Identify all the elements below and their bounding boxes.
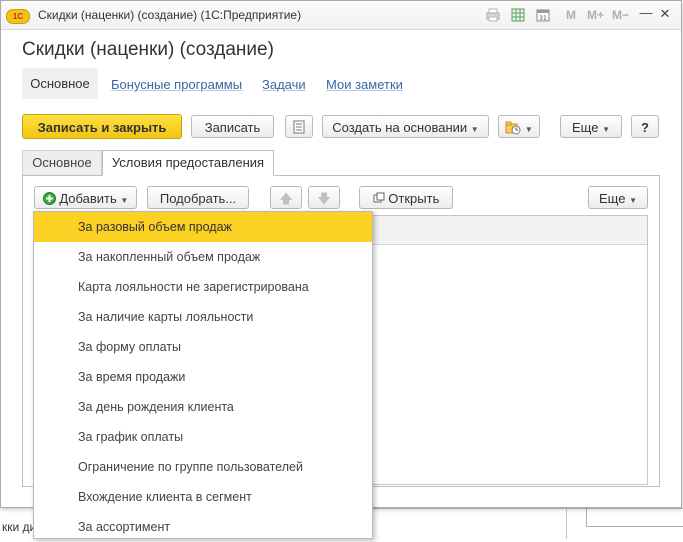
- menu-item-payment-form[interactable]: За форму оплаты: [34, 332, 372, 362]
- menu-item-cumulative-sales[interactable]: За накопленный объем продаж: [34, 242, 372, 272]
- add-icon: [42, 192, 56, 205]
- calendar-icon[interactable]: 31: [536, 8, 550, 22]
- pick-button[interactable]: Подобрать...: [147, 186, 249, 209]
- open-label: Открыть: [388, 191, 440, 206]
- create-based-on-button[interactable]: Создать на основании ▼: [322, 115, 489, 138]
- table-more-label: Еще: [599, 191, 626, 206]
- svg-text:31: 31: [539, 15, 547, 22]
- add-label: Добавить: [59, 191, 117, 206]
- menu-item-one-time-sales[interactable]: За разовый объем продаж: [34, 212, 372, 242]
- move-down-button[interactable]: 🡇: [308, 186, 340, 209]
- more-button[interactable]: Еще ▼: [560, 115, 622, 138]
- nav-main[interactable]: Основное: [22, 68, 98, 99]
- open-button[interactable]: Открыть: [359, 186, 453, 209]
- minimize-button[interactable]: —: [638, 5, 654, 21]
- memory-m-minus-button[interactable]: M−: [612, 8, 629, 22]
- document-list-button[interactable]: [285, 115, 313, 138]
- nav-tasks[interactable]: Задачи: [262, 77, 306, 92]
- chevron-down-icon: ▼: [524, 125, 533, 134]
- menu-item-loyalty-card[interactable]: За наличие карты лояльности: [34, 302, 372, 332]
- background-field: [586, 508, 683, 527]
- add-dropdown-menu: За разовый объем продаж За накопленный о…: [33, 211, 373, 539]
- spreadsheet-icon[interactable]: [511, 8, 525, 22]
- title-bar: 1С Скидки (наценки) (создание) (1С:Предп…: [1, 1, 681, 30]
- save-and-close-button[interactable]: Записать и закрыть: [22, 114, 182, 139]
- page-title: Скидки (наценки) (создание): [22, 39, 274, 60]
- print-icon[interactable]: [486, 8, 500, 22]
- app-logo-icon: 1С: [6, 9, 30, 24]
- chevron-down-icon: ▼: [629, 196, 637, 205]
- document-icon: [293, 120, 305, 134]
- open-icon: [373, 192, 385, 203]
- tab-main[interactable]: Основное: [22, 150, 102, 176]
- nav-my-notes[interactable]: Мои заметки: [326, 77, 403, 92]
- add-button[interactable]: Добавить ▼: [34, 186, 137, 209]
- save-button[interactable]: Записать: [191, 115, 274, 138]
- chevron-down-icon: ▼: [470, 125, 479, 134]
- menu-item-birthday[interactable]: За день рождения клиента: [34, 392, 372, 422]
- nav-bonus-programs[interactable]: Бонусные программы: [111, 77, 242, 92]
- menu-item-user-group[interactable]: Ограничение по группе пользователей: [34, 452, 372, 482]
- arrow-up-icon: 🡅: [279, 191, 293, 206]
- memory-m-button[interactable]: M: [566, 8, 576, 22]
- folder-clock-icon: [505, 121, 521, 135]
- move-up-button[interactable]: 🡅: [270, 186, 302, 209]
- menu-item-payment-schedule[interactable]: За график оплаты: [34, 422, 372, 452]
- window-title: Скидки (наценки) (создание) (1С:Предприя…: [38, 8, 302, 22]
- more-label: Еще: [572, 120, 599, 135]
- menu-item-sale-time[interactable]: За время продажи: [34, 362, 372, 392]
- menu-item-card-not-registered[interactable]: Карта лояльности не зарегистрирована: [34, 272, 372, 302]
- memory-m-plus-button[interactable]: M+: [587, 8, 604, 22]
- chevron-down-icon: ▼: [602, 125, 610, 134]
- table-more-button[interactable]: Еще ▼: [588, 186, 648, 209]
- background-text: кки ди: [2, 520, 37, 534]
- chevron-down-icon: ▼: [120, 196, 129, 205]
- menu-item-client-segment[interactable]: Вхождение клиента в сегмент: [34, 482, 372, 512]
- attachments-button[interactable]: ▼: [498, 115, 540, 138]
- background-scrollbar: [566, 508, 583, 539]
- help-button[interactable]: ?: [631, 115, 659, 138]
- close-icon[interactable]: ✕: [657, 6, 673, 22]
- create-based-on-label: Создать на основании: [332, 120, 468, 135]
- tab-conditions[interactable]: Условия предоставления: [102, 150, 274, 176]
- menu-item-assortment[interactable]: За ассортимент: [34, 512, 372, 542]
- arrow-down-icon: 🡇: [317, 191, 331, 206]
